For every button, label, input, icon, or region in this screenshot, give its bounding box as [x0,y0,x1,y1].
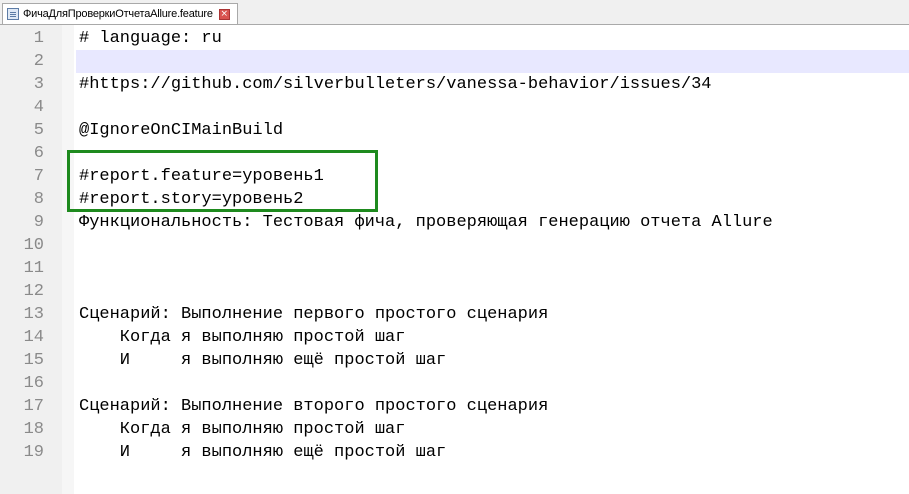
line-number: 16 [23,374,44,393]
code-line[interactable]: Сценарий: Выполнение первого простого сц… [79,303,548,326]
code-line[interactable]: @IgnoreOnCIMainBuild [79,119,283,142]
code-line[interactable]: И я выполняю ещё простой шаг [79,441,446,464]
current-line-highlight [76,50,909,73]
code-line[interactable]: Сценарий: Выполнение второго простого сц… [79,395,548,418]
line-number: 6 [33,144,44,163]
line-number: 8 [33,190,44,209]
file-tab[interactable]: ФичаДляПроверкиОтчетаAllure.feature × [2,3,238,24]
line-number: 15 [23,351,44,370]
line-number: 7 [33,167,44,186]
line-number: 12 [23,282,44,301]
tab-title: ФичаДляПроверкиОтчетаAllure.feature [23,8,213,20]
line-number: 2 [33,52,44,71]
file-icon [7,8,19,20]
fold-margin[interactable] [62,25,74,494]
line-number: 4 [33,98,44,117]
line-number: 1 [33,29,44,48]
line-number: 19 [23,443,44,462]
annotation-highlight-box [67,150,378,212]
line-number-gutter: 1 2 3 4 5 6 7 8 9 10 11 12 13 14 15 16 1… [0,25,63,494]
close-icon[interactable]: × [218,8,230,20]
code-line[interactable]: Функциональность: Тестовая фича, проверя… [79,211,773,234]
line-number: 13 [23,305,44,324]
line-number: 14 [23,328,44,347]
code-line[interactable]: # language: ru [79,27,222,50]
code-line[interactable]: #https://github.com/silverbulleters/vane… [79,73,712,96]
line-number: 9 [33,213,44,232]
code-line[interactable]: Когда я выполняю простой шаг [79,326,406,349]
code-line[interactable]: И я выполняю ещё простой шаг [79,349,446,372]
line-number: 18 [23,420,44,439]
line-number: 10 [23,236,44,255]
line-number: 3 [33,75,44,94]
line-number: 5 [33,121,44,140]
code-line[interactable]: Когда я выполняю простой шаг [79,418,406,441]
line-number: 11 [23,259,44,278]
line-number: 17 [23,397,44,416]
tab-bar: ФичаДляПроверкиОтчетаAllure.feature × [0,0,909,25]
